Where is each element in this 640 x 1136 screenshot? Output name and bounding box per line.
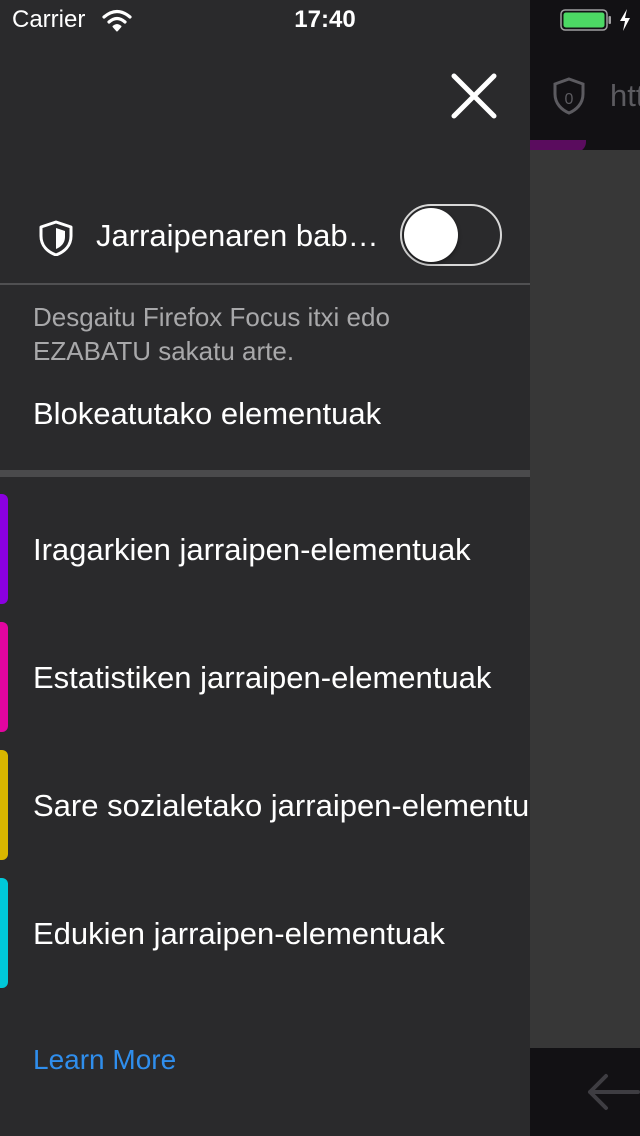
- tracking-protection-label: Jarraipenaren babesa: [96, 218, 382, 253]
- tracker-label: Estatistiken jarraipen-elementuak: [33, 660, 492, 695]
- tracker-color-bar: [0, 494, 8, 604]
- learn-more-link[interactable]: Learn More: [33, 1044, 176, 1076]
- tracker-item-analytics: Estatistiken jarraipen-elementuak: [0, 622, 530, 732]
- tracker-label: Edukien jarraipen-elementuak: [33, 916, 445, 951]
- back-arrow-icon[interactable]: [582, 1068, 640, 1116]
- tracker-color-bar: [0, 622, 8, 732]
- tracker-label: Sare sozialetako jarraipen-elementuak: [33, 788, 530, 823]
- status-bar: Carrier 17:40: [0, 0, 640, 40]
- tracker-item-content: Edukien jarraipen-elementuak: [0, 878, 530, 988]
- tracking-protection-description: Desgaitu Firefox Focus itxi edo EZABATU …: [33, 302, 390, 366]
- clock: 17:40: [294, 6, 356, 33]
- charging-icon: [620, 9, 630, 31]
- tracking-shield-icon[interactable]: 0: [552, 76, 586, 116]
- blocked-trackers-heading: Blokeatutako elementuak: [33, 396, 382, 431]
- section-divider: [0, 470, 530, 477]
- tracking-protection-row: Jarraipenaren babesa: [0, 190, 530, 282]
- screen: 0 htt Carrier 17:40: [0, 0, 640, 1136]
- divider: [0, 283, 530, 285]
- battery-icon: [560, 9, 611, 31]
- tracking-protection-panel: Jarraipenaren babesa Desgaitu Firefox Fo…: [0, 0, 530, 1136]
- shield-icon: [39, 220, 73, 256]
- tracker-color-bar: [0, 878, 8, 988]
- tracking-protection-toggle[interactable]: [400, 204, 502, 266]
- close-icon[interactable]: [448, 70, 500, 122]
- tracker-color-bar: [0, 750, 8, 860]
- tracker-item-social: Sare sozialetako jarraipen-elementuak: [0, 750, 530, 860]
- toggle-knob: [404, 208, 458, 262]
- url-text[interactable]: htt: [610, 78, 640, 114]
- tracker-label: Iragarkien jarraipen-elementuak: [33, 532, 471, 567]
- tracker-item-ad: Iragarkien jarraipen-elementuak: [0, 494, 530, 604]
- svg-text:0: 0: [565, 91, 574, 108]
